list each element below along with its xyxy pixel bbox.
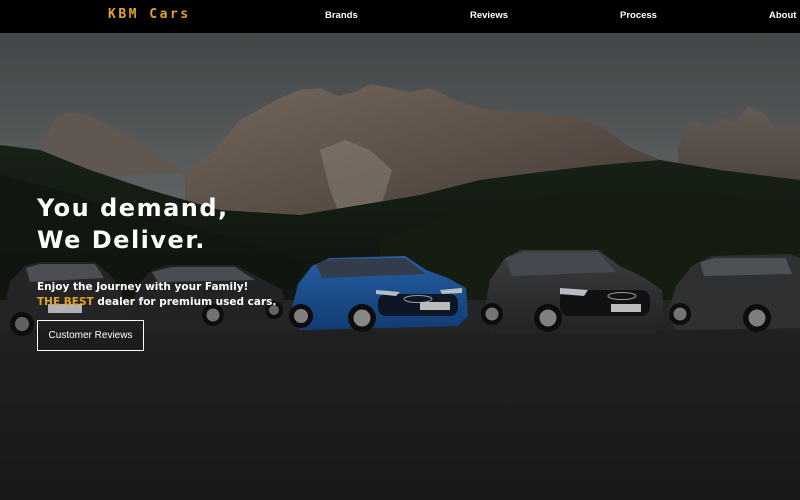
headline-line-1: You demand, <box>37 194 229 222</box>
nav-link-brands[interactable]: Brands <box>325 10 358 21</box>
hero-headline: You demand, We Deliver. <box>37 192 229 256</box>
hero-section: You demand, We Deliver. Enjoy the Journe… <box>0 33 800 500</box>
hero-background-image <box>0 33 800 500</box>
navbar: KBM Cars Brands Reviews Process About <box>0 0 800 33</box>
subtitle-line-1: Enjoy the Journey with your Family! <box>37 281 249 293</box>
hero-subtitle: Enjoy the Journey with your Family! THE … <box>37 280 276 310</box>
nav-link-process[interactable]: Process <box>620 10 657 21</box>
customer-reviews-button[interactable]: Customer Reviews <box>37 320 144 351</box>
subtitle-highlight: THE BEST <box>37 296 94 308</box>
brand-logo-text[interactable]: KBM Cars <box>108 7 191 22</box>
nav-link-about[interactable]: About <box>769 10 796 21</box>
subtitle-line-2: dealer for premium used cars. <box>93 296 277 308</box>
headline-line-2: We Deliver. <box>37 226 206 254</box>
nav-link-reviews[interactable]: Reviews <box>470 10 508 21</box>
